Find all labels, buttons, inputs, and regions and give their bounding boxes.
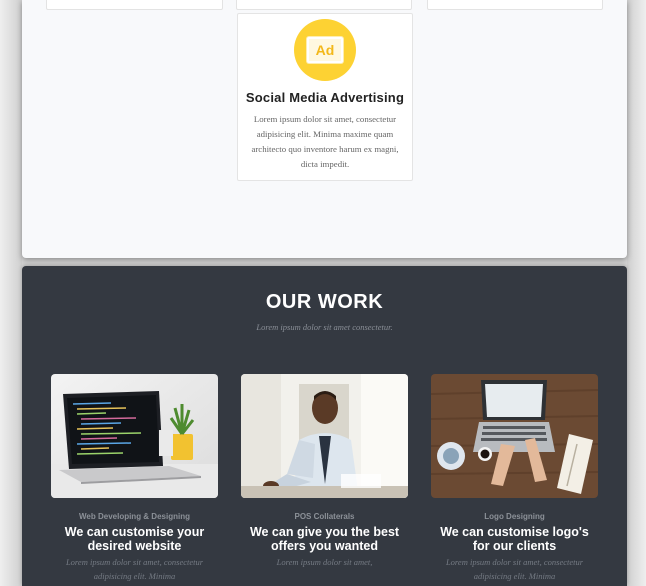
desk-laptop-image[interactable] — [431, 374, 598, 498]
work-item-logo[interactable]: Logo Designing We can customise logo's f… — [431, 374, 598, 583]
our-work-section: OUR WORK Lorem ipsum dolor sit amet cons… — [22, 266, 627, 586]
service-card-stub-middle — [236, 0, 412, 10]
work-heading[interactable]: We can give you the best offers you want… — [241, 525, 408, 553]
work-text: Lorem ipsum dolor sit amet, — [276, 557, 373, 567]
page-edge-left — [0, 0, 22, 586]
work-category: POS Collaterals — [294, 512, 355, 521]
section-subtitle: Lorem ipsum dolor sit amet consectetur. — [256, 322, 393, 332]
service-card-stub-right — [427, 0, 603, 10]
work-item-web[interactable]: Web Developing & Designing We can custom… — [51, 374, 218, 583]
section-title: OUR WORK — [265, 291, 384, 313]
service-card-stub-left — [46, 0, 223, 10]
laptop-code-image[interactable] — [51, 374, 218, 498]
work-category: Web Developing & Designing — [79, 512, 190, 521]
service-title: Social Media Advertising — [245, 90, 405, 105]
ad-badge: Ad — [307, 37, 343, 63]
work-item-pos[interactable]: POS Collaterals We can give you the best… — [241, 374, 408, 569]
work-category: Logo Designing — [484, 512, 545, 521]
work-text: Lorem ipsum dolor sit amet, consectetur … — [445, 557, 584, 581]
businessman-handshake-image[interactable] — [241, 374, 408, 498]
work-heading[interactable]: We can customise logo's for our clients — [431, 525, 598, 553]
work-heading[interactable]: We can customise your desired website — [51, 525, 218, 553]
service-card-social-media[interactable]: Ad Social Media Advertising Lorem ipsum … — [237, 13, 413, 181]
ad-icon: Ad — [294, 19, 356, 81]
services-section: Ad Social Media Advertising Lorem ipsum … — [22, 0, 627, 258]
page-edge-right — [627, 0, 646, 586]
service-description: Lorem ipsum dolor sit amet, consectetur … — [251, 114, 399, 169]
work-text: Lorem ipsum dolor sit amet, consectetur … — [65, 557, 204, 581]
